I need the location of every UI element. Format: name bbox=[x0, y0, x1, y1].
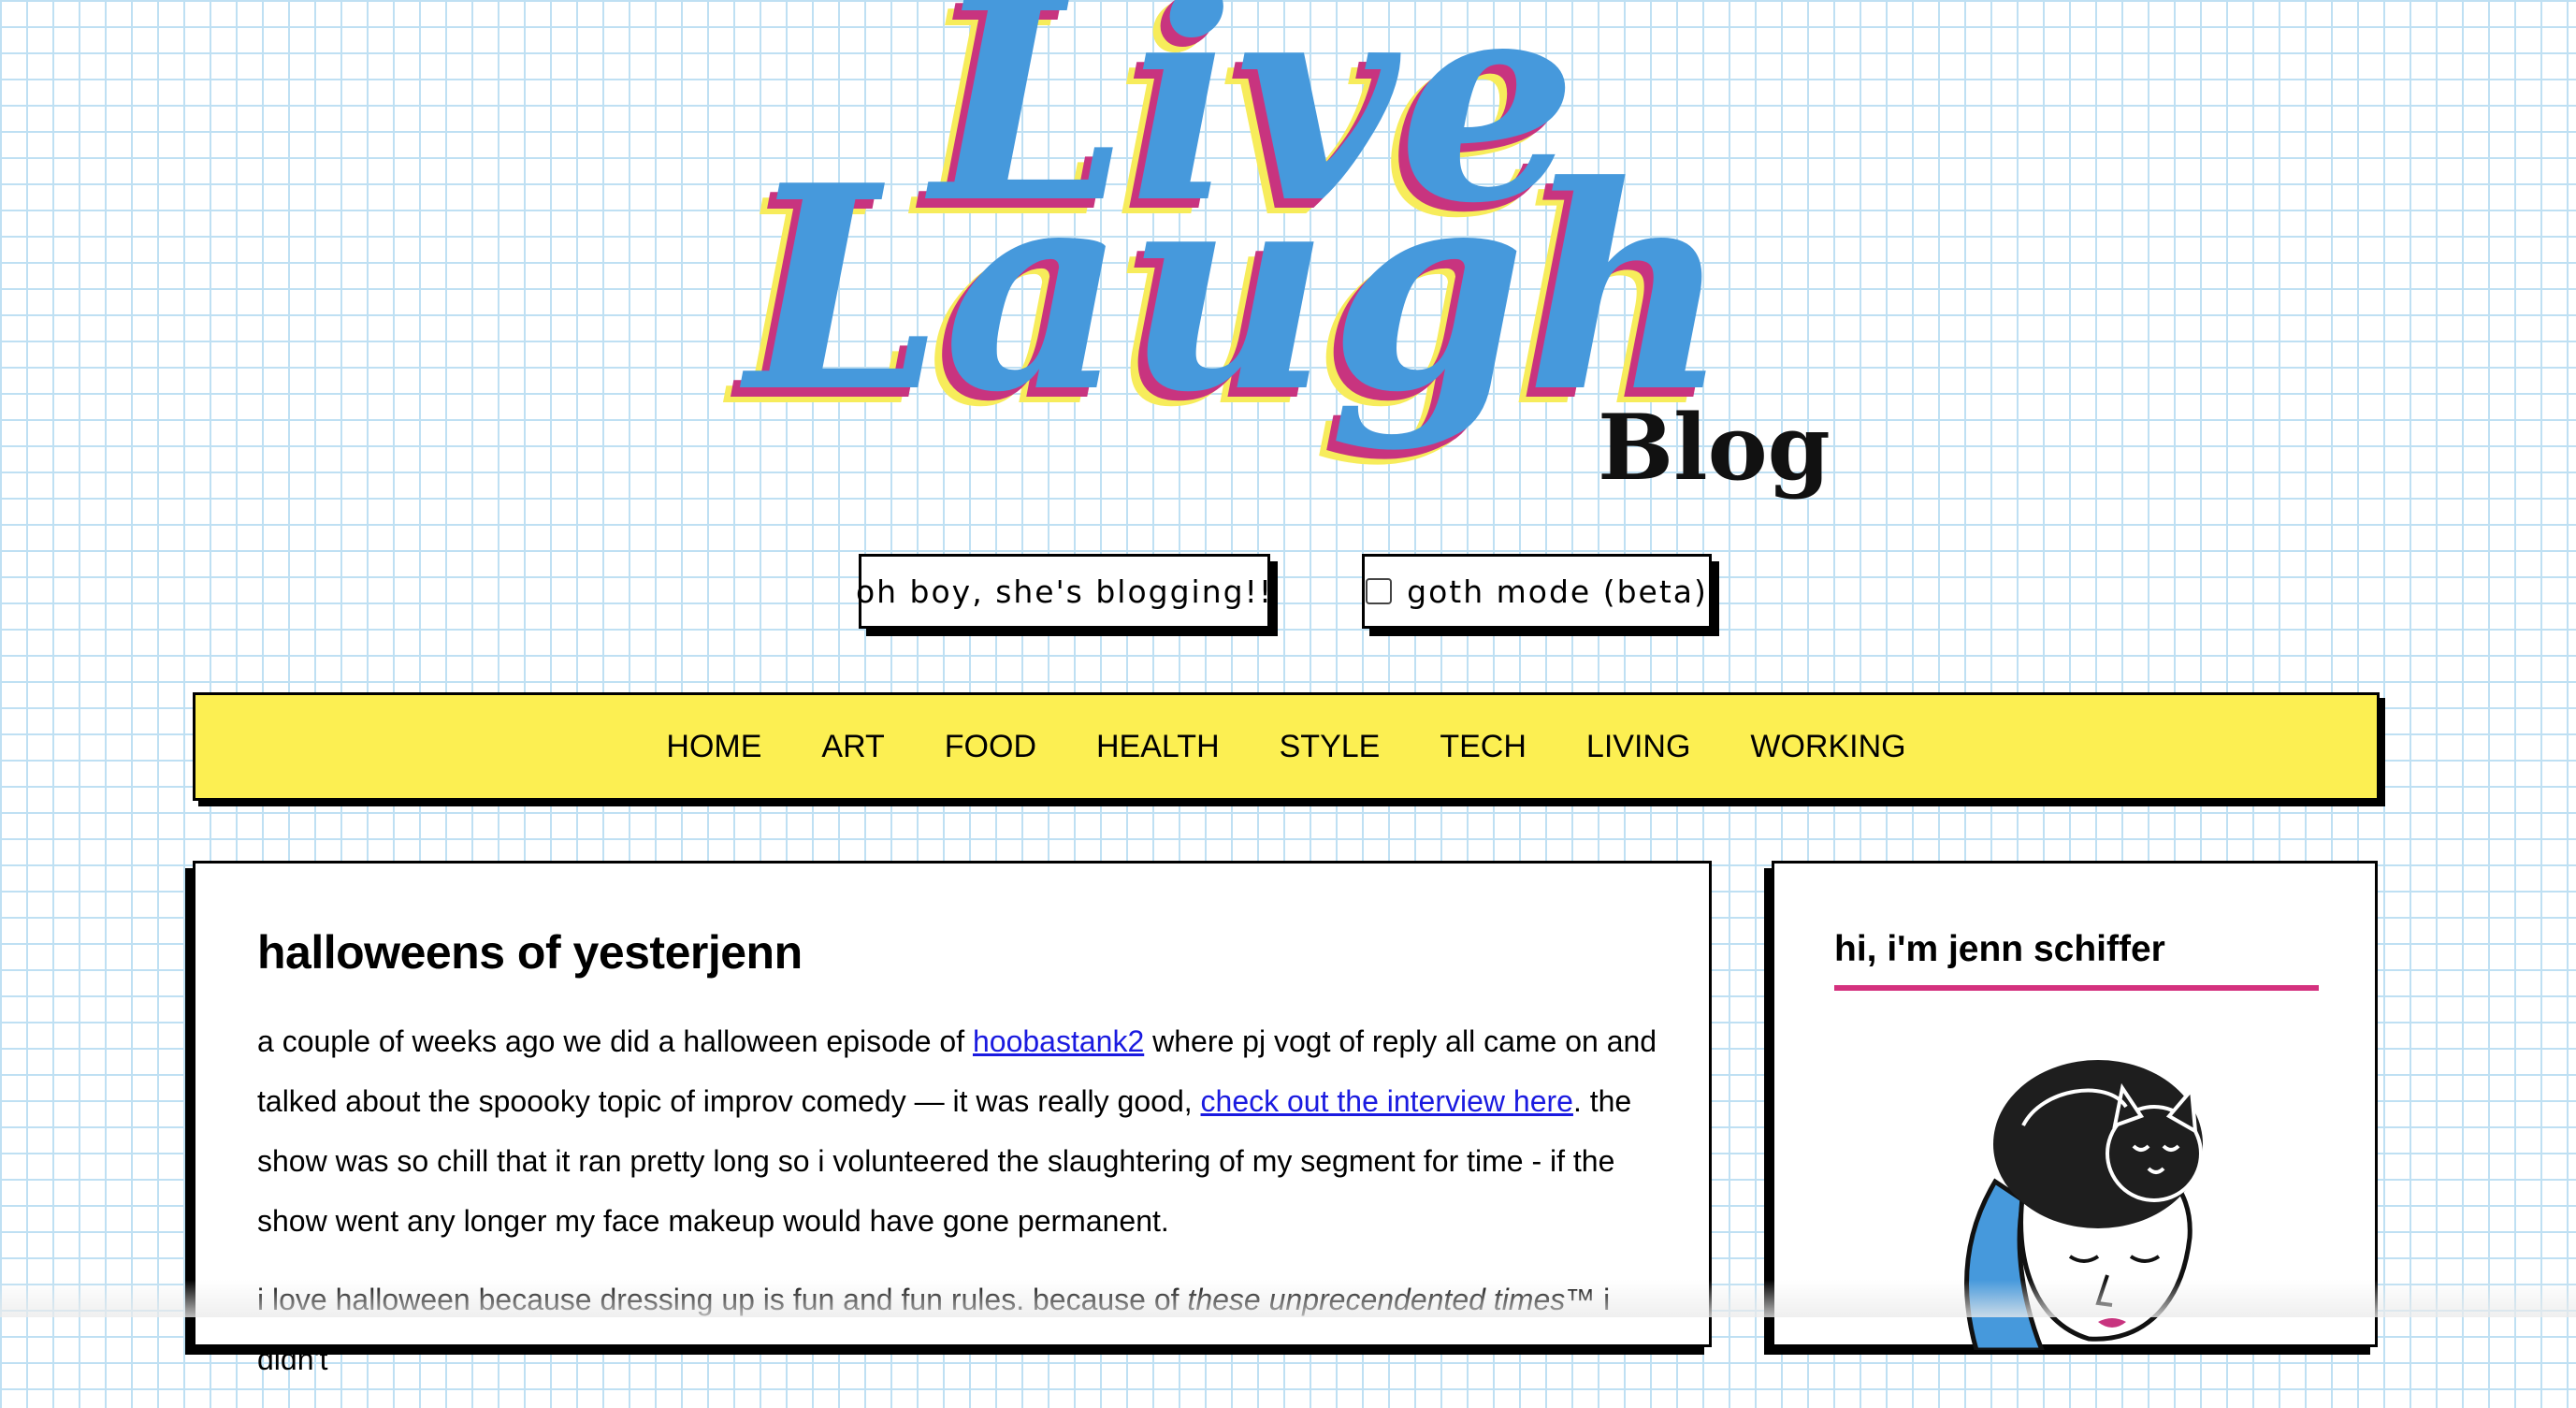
post-emphasis: these unprecendented times™ bbox=[1187, 1283, 1596, 1316]
tagline-button[interactable]: oh boy, she's blogging!! bbox=[855, 554, 1274, 629]
nav-item-living[interactable]: LIVING bbox=[1586, 729, 1690, 765]
post-text: i love halloween because dressing up is … bbox=[257, 1283, 1188, 1316]
tagline-label: oh boy, she's blogging!! bbox=[855, 573, 1274, 610]
nav-item-food[interactable]: FOOD bbox=[945, 729, 1036, 765]
about-card: hi, i'm jenn schiffer bbox=[1772, 861, 2378, 1353]
about-divider bbox=[1834, 985, 2319, 991]
site-logo[interactable]: Live Live Live Laugh Laugh Laugh Blog bbox=[711, 0, 1871, 524]
interview-link[interactable]: check out the interview here bbox=[1201, 1084, 1573, 1118]
nav-item-art[interactable]: ART bbox=[821, 729, 884, 765]
goth-mode-label: goth mode (beta) bbox=[1407, 573, 1708, 610]
goth-mode-checkbox[interactable] bbox=[1366, 578, 1393, 604]
post-body: a couple of weeks ago we did a halloween… bbox=[257, 1011, 1660, 1408]
post-title[interactable]: halloweens of yesterjenn bbox=[257, 925, 803, 980]
main-nav: HOME ART FOOD HEALTH STYLE TECH LIVING W… bbox=[193, 692, 2380, 801]
nav-item-health[interactable]: HEALTH bbox=[1096, 729, 1220, 765]
post-card: halloweens of yesterjenn a couple of wee… bbox=[193, 861, 1712, 1376]
logo-line2: Laugh bbox=[738, 123, 1730, 454]
portrait-with-cat-icon bbox=[1958, 1041, 2238, 1353]
goth-mode-toggle[interactable]: goth mode (beta) bbox=[1362, 554, 1712, 629]
post-paragraph-2: i love halloween because dressing up is … bbox=[257, 1270, 1660, 1389]
hoobastank2-link[interactable]: hoobastank2 bbox=[973, 1024, 1144, 1058]
logo-line3: Blog bbox=[1598, 395, 1831, 501]
about-title: hi, i'm jenn schiffer bbox=[1834, 929, 2165, 969]
nav-item-home[interactable]: HOME bbox=[666, 729, 761, 765]
nav-item-style[interactable]: STYLE bbox=[1280, 729, 1381, 765]
nav-item-tech[interactable]: TECH bbox=[1440, 729, 1527, 765]
post-text: a couple of weeks ago we did a halloween… bbox=[257, 1024, 973, 1058]
nav-item-working[interactable]: WORKING bbox=[1750, 729, 1905, 765]
post-paragraph-1: a couple of weeks ago we did a halloween… bbox=[257, 1011, 1660, 1251]
